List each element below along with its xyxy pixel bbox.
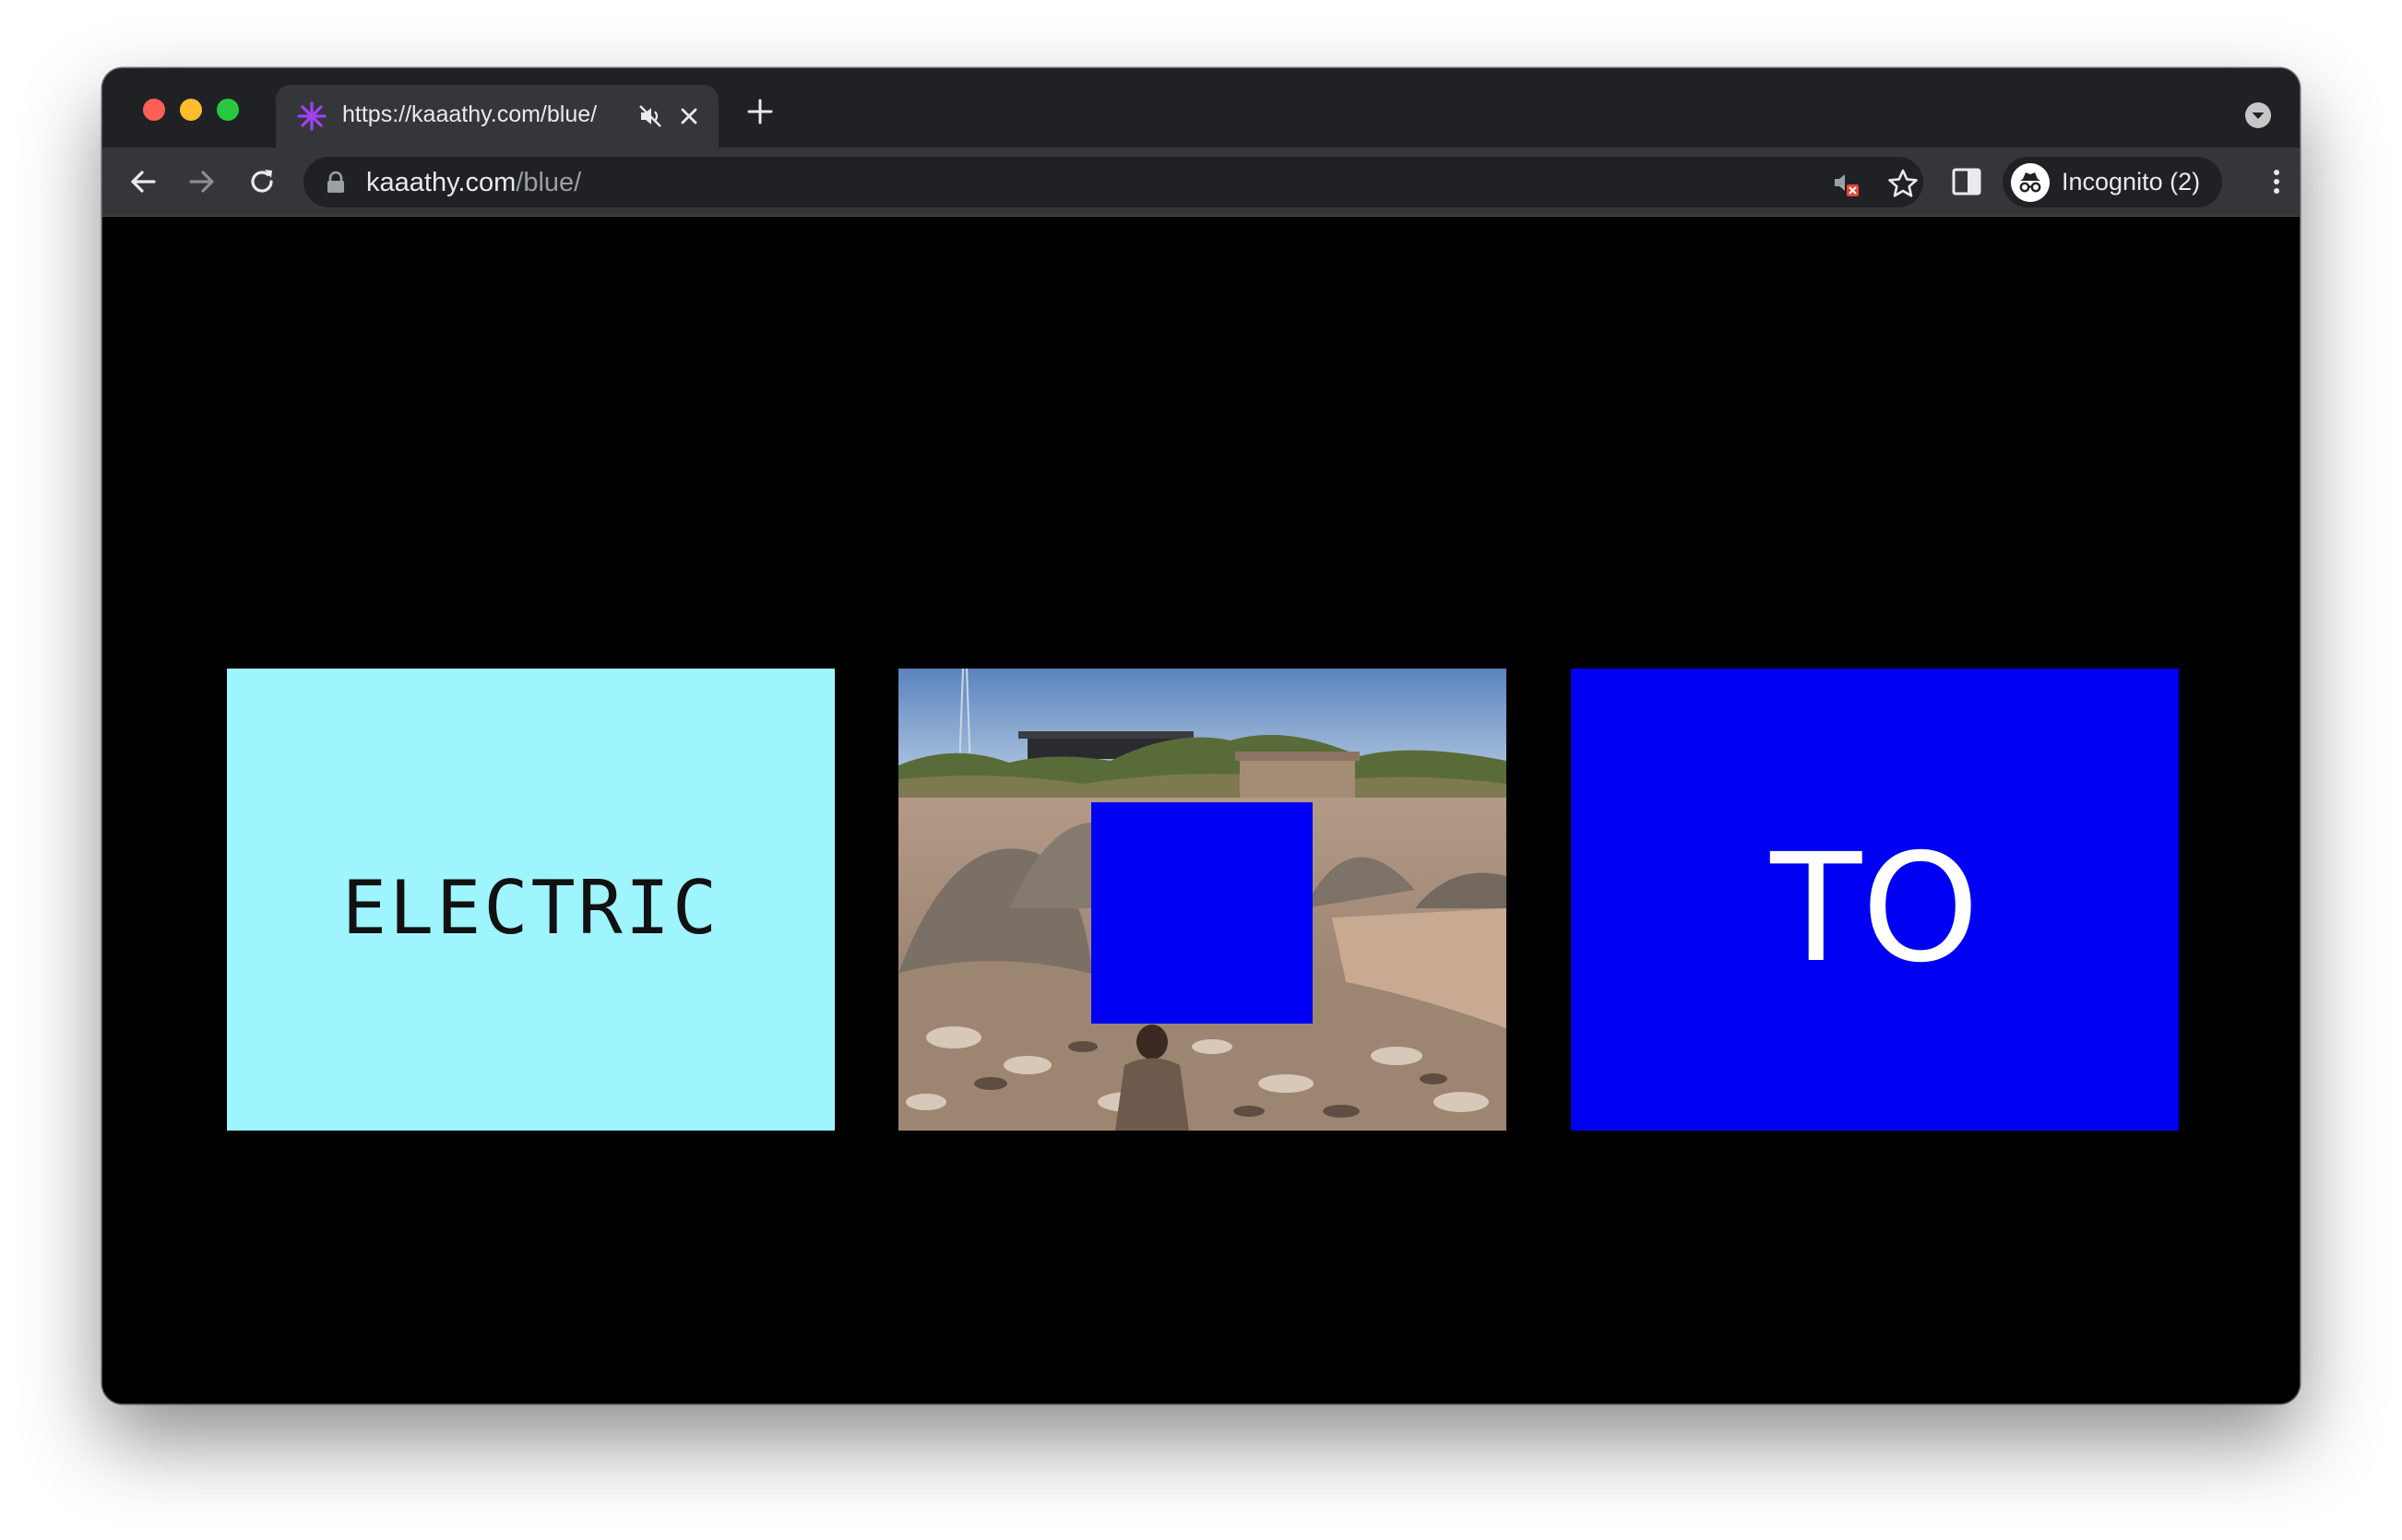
close-window-button[interactable] [143,99,165,121]
kebab-menu-icon[interactable] [2259,164,2294,199]
active-tab[interactable]: https://kaaathy.com/blue/ [276,85,719,148]
tab-title: https://kaaathy.com/blue/ [342,101,598,127]
panel-word: TO [1770,822,1980,996]
browser-toolbar: kaaathy.com/blue/ Incognito (2) [102,148,2300,217]
chevron-down-icon[interactable] [2244,101,2272,129]
word-panel-to: TO [1571,669,2179,1131]
incognito-label: Incognito (2) [2062,168,2201,195]
incognito-icon [2011,163,2050,202]
arrow-right-icon[interactable] [184,164,220,199]
asterisk-favicon-icon [297,101,327,131]
page-content: ELECTRIC TO [102,217,2300,1404]
word-panel-electric: ELECTRIC [227,669,835,1131]
maximize-window-button[interactable] [217,99,239,121]
url-text[interactable]: kaaathy.com/blue/ [366,168,581,198]
blue-square-overlay [1091,802,1313,1024]
side-panel-icon[interactable] [1950,165,1983,198]
lock-icon[interactable] [326,171,346,195]
tab-strip: https://kaaathy.com/blue/ [102,68,2300,148]
arrow-left-icon[interactable] [125,164,161,199]
incognito-profile-button[interactable]: Incognito (2) [2003,157,2222,207]
url-path: /blue/ [516,168,582,197]
panel-word: ELECTRIC [341,865,720,951]
media-blocked-icon[interactable] [1830,168,1861,199]
plus-icon[interactable] [744,96,776,127]
url-host: kaaathy.com [366,168,517,197]
browser-window: https://kaaathy.com/blue/ kaaathy.com/bl… [102,68,2300,1404]
close-icon[interactable] [676,103,702,129]
reload-icon[interactable] [244,164,279,199]
minimize-window-button[interactable] [180,99,202,121]
address-bar[interactable]: kaaathy.com/blue/ [303,157,1923,207]
star-icon[interactable] [1887,168,1919,199]
photo-panel [898,669,1506,1131]
muted-speaker-icon[interactable] [637,103,663,129]
